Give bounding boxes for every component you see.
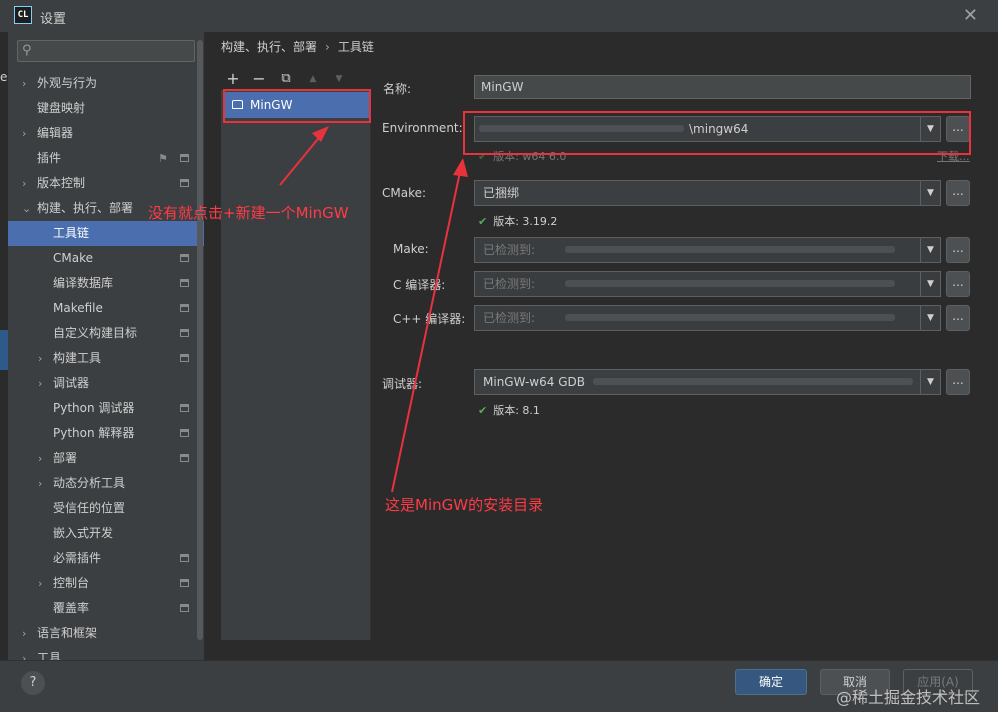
help-button[interactable]: ?: [21, 671, 45, 695]
annotation-arrow-dir: [391, 171, 461, 493]
annotation-arrowhead: [453, 158, 468, 177]
ok-button[interactable]: 确定: [735, 669, 807, 695]
annotation-text-new: 没有就点击+新建一个MinGW: [148, 204, 349, 222]
annotation-arrows: [279, 126, 468, 493]
annotation-arrowhead: [312, 126, 329, 142]
watermark: @稀土掘金技术社区: [836, 688, 981, 707]
annotation-text-dir: 这是MinGW的安装目录: [385, 496, 544, 514]
annotation-arrow-new: [279, 133, 323, 186]
